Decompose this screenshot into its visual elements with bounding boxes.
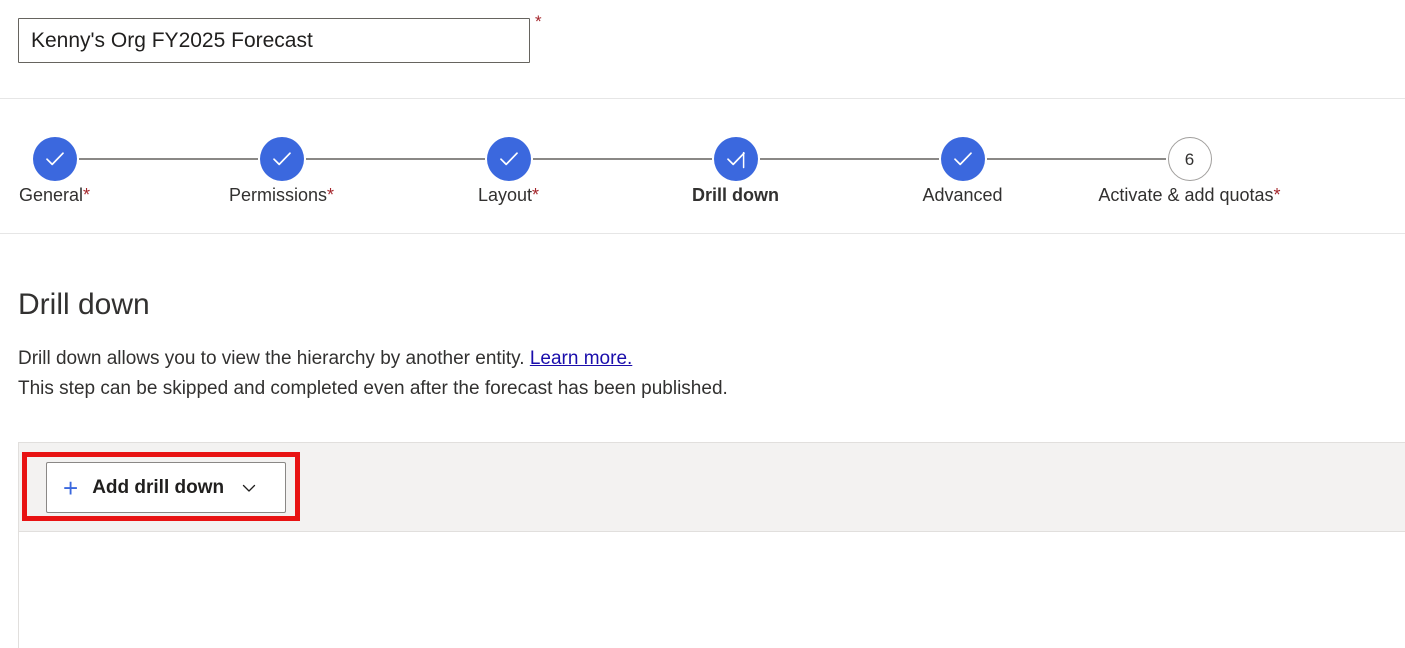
step-number: 6 — [1184, 149, 1195, 169]
step-required-asterisk: * — [1273, 185, 1281, 205]
stepper-item-advanced[interactable]: Advanced — [849, 99, 1076, 234]
drilldown-panel: + Add drill down — [18, 442, 1405, 648]
check-icon — [953, 152, 972, 166]
step-label: Layout* — [477, 185, 540, 205]
step-required-asterisk: * — [532, 185, 540, 205]
step-label: Advanced — [922, 185, 1003, 205]
step-label: General* — [18, 185, 91, 205]
stepper-item-permissions[interactable]: Permissions* — [168, 99, 395, 234]
description-line-1: Drill down allows you to view the hierar… — [18, 344, 1218, 374]
add-drill-down-label: Add drill down — [92, 476, 225, 498]
step-required-asterisk: * — [327, 185, 335, 205]
drilldown-list-empty-area — [19, 533, 1405, 648]
chevron-down-icon[interactable] — [240, 479, 258, 497]
wizard-stepper: General* Permissions* Layout* Drill down Adv… — [0, 99, 1405, 234]
step-circle[interactable] — [32, 137, 77, 181]
section-description: Drill down allows you to view the hierar… — [18, 344, 1218, 404]
stepper-item-general[interactable]: General* — [0, 99, 168, 234]
check-icon — [272, 152, 291, 166]
check-edit-icon — [726, 151, 745, 169]
header-bar: * — [0, 0, 1405, 99]
step-circle[interactable] — [259, 137, 304, 181]
plus-icon: + — [63, 472, 79, 503]
step-label: Permissions* — [228, 185, 335, 205]
forecast-name-required-asterisk: * — [535, 12, 542, 31]
drilldown-toolbar: + Add drill down — [19, 442, 1405, 532]
step-circle[interactable] — [940, 137, 985, 181]
forecast-name-input[interactable] — [18, 18, 530, 63]
step-circle[interactable]: 6 — [1167, 137, 1212, 181]
stepper-item-activate-add-quotas[interactable]: 6 Activate & add quotas* — [1076, 99, 1303, 234]
step-circle[interactable] — [713, 137, 758, 181]
step-label: Drill down — [692, 185, 779, 205]
stepper-item-drill-down[interactable]: Drill down — [622, 99, 849, 234]
add-drill-down-button[interactable]: + Add drill down — [46, 462, 286, 513]
check-icon — [499, 152, 518, 166]
page-title: Drill down — [18, 288, 150, 321]
step-circle[interactable] — [486, 137, 531, 181]
check-icon — [45, 152, 64, 166]
step-required-asterisk: * — [83, 185, 91, 205]
learn-more-link[interactable]: Learn more. — [530, 348, 632, 369]
description-line-2: This step can be skipped and completed e… — [18, 378, 728, 399]
description-text-1: Drill down allows you to view the hierar… — [18, 348, 530, 369]
stepper-item-layout[interactable]: Layout* — [395, 99, 622, 234]
main-content: Drill down Drill down allows you to view… — [0, 234, 1405, 648]
step-label: Activate & add quotas* — [1098, 185, 1281, 205]
